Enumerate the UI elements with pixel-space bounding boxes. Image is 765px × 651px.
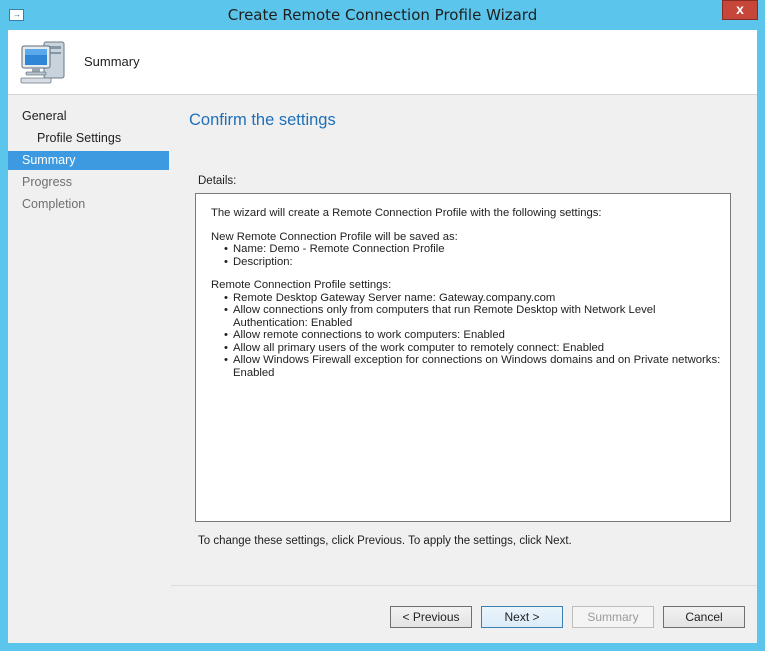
details-box[interactable]: The wizard will create a Remote Connecti… bbox=[195, 193, 731, 522]
wizard-client-area: Summary General Profile Settings Summary… bbox=[8, 30, 757, 643]
save-item-description: Description: bbox=[211, 256, 726, 269]
setting-item: Remote Desktop Gateway Server name: Gate… bbox=[211, 292, 726, 305]
setting-item: Allow Windows Firewall exception for con… bbox=[211, 354, 726, 379]
window-title: Create Remote Connection Profile Wizard bbox=[227, 6, 538, 24]
nav-item-general[interactable]: General bbox=[8, 107, 169, 126]
setting-item: Allow connections only from computers th… bbox=[211, 304, 726, 329]
change-note: To change these settings, click Previous… bbox=[198, 535, 572, 547]
nav-item-completion: Completion bbox=[22, 197, 86, 211]
nav-item-progress: Progress bbox=[22, 175, 73, 189]
divider bbox=[171, 585, 757, 586]
next-button[interactable]: Next > bbox=[481, 606, 563, 628]
settings-list: Remote Desktop Gateway Server name: Gate… bbox=[211, 292, 726, 380]
save-item-name: Name: Demo - Remote Connection Profile bbox=[211, 243, 726, 256]
details-text: The wizard will create a Remote Connecti… bbox=[211, 207, 726, 379]
computer-icon bbox=[20, 41, 65, 84]
cancel-button[interactable]: Cancel bbox=[663, 606, 745, 628]
wizard-header: Summary bbox=[8, 30, 757, 95]
previous-button[interactable]: < Previous bbox=[390, 606, 472, 628]
details-intro: The wizard will create a Remote Connecti… bbox=[211, 207, 602, 219]
wizard-content: Confirm the settings Details: The wizard… bbox=[171, 95, 757, 643]
setting-item: Allow remote connections to work compute… bbox=[211, 329, 726, 342]
wizard-window: → Create Remote Connection Profile Wizar… bbox=[0, 0, 765, 651]
wizard-nav: General Profile Settings Summary Progres… bbox=[8, 95, 171, 643]
save-heading: New Remote Connection Profile will be sa… bbox=[211, 230, 458, 243]
details-label: Details: bbox=[198, 175, 237, 187]
close-button[interactable]: x bbox=[722, 0, 758, 20]
title-bar[interactable]: → Create Remote Connection Profile Wizar… bbox=[0, 0, 765, 30]
page-heading: Confirm the settings bbox=[189, 111, 336, 129]
setting-item: Allow all primary users of the work comp… bbox=[211, 342, 726, 355]
nav-item-summary[interactable]: Summary bbox=[8, 151, 169, 170]
save-list: Name: Demo - Remote Connection Profile D… bbox=[211, 243, 726, 268]
settings-heading: Remote Connection Profile settings: bbox=[211, 279, 392, 291]
header-title: Summary bbox=[84, 54, 140, 69]
nav-item-profile-settings[interactable]: Profile Settings bbox=[8, 129, 169, 148]
summary-button: Summary bbox=[572, 606, 654, 628]
